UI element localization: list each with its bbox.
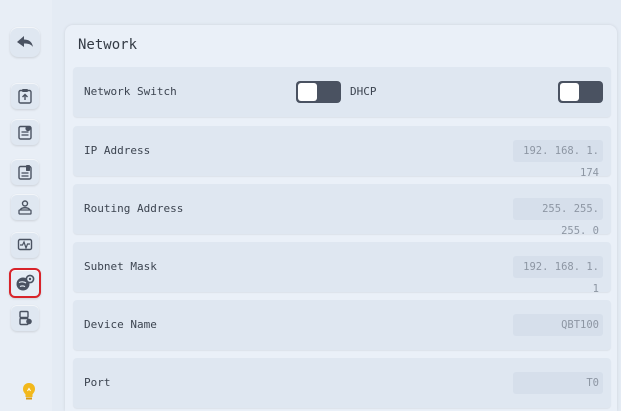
- ip-address-row: IP Address 192. 168. 1. 174: [73, 126, 611, 179]
- network-switch-label: Network Switch: [84, 85, 177, 98]
- device-name-field[interactable]: QBT100: [513, 314, 603, 336]
- sidebar-item-device[interactable]: [11, 305, 39, 331]
- routing-address-label: Routing Address: [84, 202, 184, 215]
- subnet-mask-field[interactable]: 192. 168. 1. 1: [513, 256, 603, 295]
- device-name-label: Device Name: [84, 318, 157, 331]
- device-settings-icon: [17, 310, 33, 326]
- panel-title: Network: [78, 37, 138, 53]
- sidebar-item-settings[interactable]: [11, 119, 39, 145]
- lightbulb-icon[interactable]: [22, 382, 36, 406]
- port-label: Port: [84, 376, 111, 389]
- sidebar-item-battery[interactable]: [11, 159, 39, 185]
- network-settings-icon: [15, 274, 35, 292]
- network-switch-row: Network Switch DHCP: [73, 67, 611, 117]
- clipboard-upload-icon: [17, 88, 33, 104]
- sidebar-item-network[interactable]: [9, 268, 41, 298]
- network-switch-toggle[interactable]: [296, 81, 341, 103]
- ip-address-field[interactable]: 192. 168. 1. 174: [513, 140, 603, 179]
- dhcp-label: DHCP: [350, 85, 377, 98]
- clipboard-settings-icon: [17, 124, 33, 140]
- dhcp-toggle[interactable]: [558, 81, 603, 103]
- routing-address-field[interactable]: 255. 255. 255. 0: [513, 198, 603, 237]
- sidebar-item-user[interactable]: [11, 194, 39, 220]
- network-panel: Network Network Switch DHCP IP Address 1…: [65, 25, 617, 411]
- toggle-knob: [298, 83, 317, 101]
- ip-address-label: IP Address: [84, 144, 151, 157]
- sidebar: [0, 0, 52, 411]
- clipboard-battery-icon: [17, 164, 33, 180]
- monitor-wave-icon: [17, 237, 33, 253]
- subnet-mask-label: Subnet Mask: [84, 260, 157, 273]
- person-badge-icon: [17, 199, 33, 215]
- back-button[interactable]: [10, 27, 40, 57]
- device-name-row: Device Name QBT100: [73, 300, 611, 350]
- sidebar-item-upload[interactable]: [11, 83, 39, 109]
- routing-address-row: Routing Address 255. 255. 255. 0: [73, 184, 611, 237]
- subnet-mask-row: Subnet Mask 192. 168. 1. 1: [73, 242, 611, 295]
- port-row: Port T0: [73, 358, 611, 408]
- back-arrow-icon: [16, 35, 34, 49]
- toggle-knob: [560, 83, 579, 101]
- port-field[interactable]: T0: [513, 372, 603, 394]
- sidebar-item-monitor[interactable]: [11, 232, 39, 258]
